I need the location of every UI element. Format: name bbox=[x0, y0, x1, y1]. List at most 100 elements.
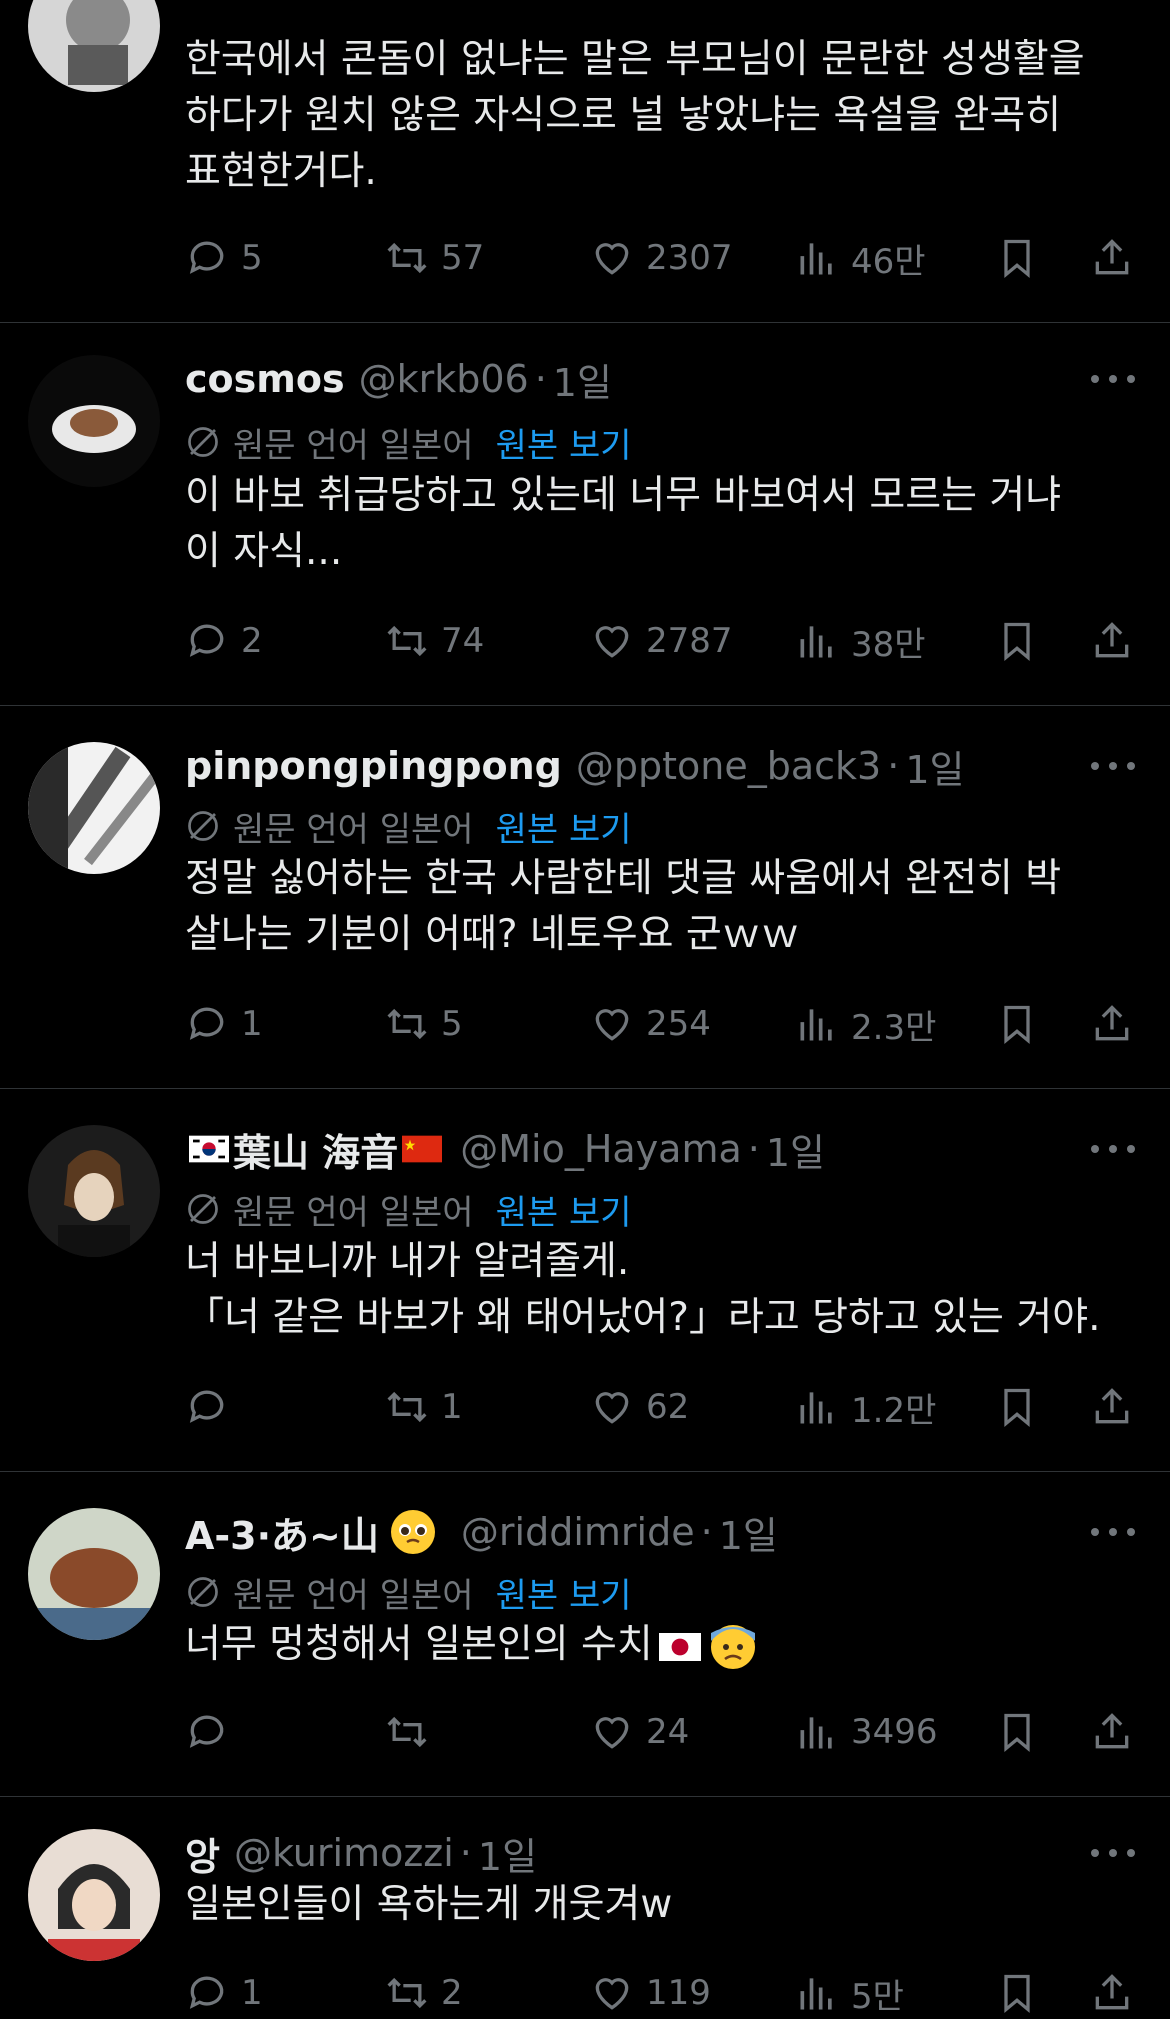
heart-icon bbox=[595, 626, 629, 658]
reply-count: 2 bbox=[241, 621, 263, 661]
views-button[interactable]: 2.3만 bbox=[795, 998, 936, 1050]
dot-separator: · bbox=[747, 1127, 760, 1171]
tweet-header: pinpongpingpong @pptone_back3 · 1일 bbox=[185, 740, 964, 792]
bookmark-button[interactable] bbox=[995, 998, 1039, 1050]
reply-count: 1 bbox=[241, 1973, 263, 2013]
more-options-button[interactable] bbox=[1091, 1526, 1135, 1538]
timestamp[interactable]: 1일 bbox=[905, 739, 964, 794]
view-original-link[interactable]: 원본 보기 bbox=[496, 1185, 632, 1234]
views-button[interactable]: 1.2만 bbox=[795, 1381, 936, 1433]
korea-flag-icon bbox=[189, 1135, 229, 1163]
anxious-face-icon bbox=[710, 1624, 755, 1669]
reply-button[interactable]: 2 bbox=[185, 615, 263, 667]
translate-icon bbox=[188, 811, 218, 841]
bar-chart-icon bbox=[800, 1978, 832, 2010]
reply-button[interactable]: 5 bbox=[185, 232, 263, 284]
tweet-3[interactable]: pinpongpingpong @pptone_back3 · 1일 원문 언어… bbox=[0, 706, 1170, 1088]
avatar[interactable] bbox=[28, 1125, 160, 1257]
translation-bar: 원문 언어 일본어 원본 보기 bbox=[185, 802, 632, 850]
share-icon bbox=[1095, 1713, 1129, 1749]
timestamp[interactable]: 1일 bbox=[766, 1122, 825, 1177]
translation-bar: 원문 언어 일본어 원본 보기 bbox=[185, 418, 632, 466]
like-button[interactable]: 24 bbox=[590, 1706, 689, 1758]
user-handle[interactable]: @Mio_Hayama bbox=[460, 1127, 742, 1171]
user-handle[interactable]: @kurimozzi bbox=[234, 1831, 454, 1875]
translation-bar: 원문 언어 일본어 원본 보기 bbox=[185, 1185, 632, 1233]
like-button[interactable]: 62 bbox=[590, 1381, 689, 1433]
like-button[interactable]: 2307 bbox=[590, 232, 733, 284]
retweet-button[interactable]: 74 bbox=[385, 615, 484, 667]
bookmark-button[interactable] bbox=[995, 232, 1039, 284]
user-handle[interactable]: @riddimride bbox=[461, 1510, 695, 1554]
avatar[interactable] bbox=[28, 355, 160, 487]
bar-chart-icon bbox=[800, 1392, 832, 1424]
retweet-button[interactable] bbox=[385, 1706, 441, 1758]
avatar[interactable] bbox=[28, 742, 160, 874]
view-original-link[interactable]: 원본 보기 bbox=[496, 802, 632, 851]
share-button[interactable] bbox=[1090, 1706, 1134, 1758]
timestamp[interactable]: 1일 bbox=[719, 1505, 778, 1560]
share-button[interactable] bbox=[1090, 998, 1134, 1050]
user-handle[interactable]: @krkb06 bbox=[359, 357, 529, 401]
like-button[interactable]: 2787 bbox=[590, 615, 733, 667]
views-button[interactable]: 38만 bbox=[795, 615, 926, 667]
text-line: 하다가 원치 않은 자식으로 널 낳았냐는 욕설을 완곡히 bbox=[185, 93, 1062, 138]
more-options-button[interactable] bbox=[1091, 373, 1135, 385]
tweet-text: 너 바보니까 내가 알려줄게. 「너 같은 바보가 왜 태어났어?」라고 당하고… bbox=[185, 1234, 1145, 1346]
retweet-button[interactable]: 1 bbox=[385, 1381, 463, 1433]
tweet-2[interactable]: cosmos @krkb06 · 1일 원문 언어 일본어 원본 보기 이 바보… bbox=[0, 323, 1170, 705]
view-count: 38만 bbox=[851, 624, 926, 665]
tweet-4[interactable]: 葉山 海音 @Mio_Hayama · 1일 원문 언어 일본어 원본 보기 너… bbox=[0, 1089, 1170, 1471]
display-name[interactable]: 葉山 海音 bbox=[233, 1122, 398, 1177]
like-count: 2787 bbox=[646, 621, 733, 661]
avatar[interactable] bbox=[28, 0, 160, 92]
reply-count: 1 bbox=[241, 1004, 263, 1044]
bookmark-button[interactable] bbox=[995, 1967, 1039, 2019]
share-button[interactable] bbox=[1090, 1381, 1134, 1433]
view-original-link[interactable]: 원본 보기 bbox=[496, 1568, 632, 1617]
display-name[interactable]: A-3·あ~山 bbox=[185, 1505, 379, 1560]
retweet-button[interactable]: 2 bbox=[385, 1967, 463, 2019]
avatar[interactable] bbox=[28, 1508, 160, 1640]
timestamp[interactable]: 1일 bbox=[553, 352, 612, 407]
views-button[interactable]: 5만 bbox=[795, 1967, 904, 2019]
views-button[interactable]: 3496 bbox=[795, 1706, 938, 1758]
like-button[interactable]: 119 bbox=[590, 1967, 711, 2019]
avatar[interactable] bbox=[28, 1829, 160, 1961]
dot-separator: · bbox=[534, 357, 547, 401]
display-name[interactable]: 앙 bbox=[185, 1826, 220, 1881]
bookmark-button[interactable] bbox=[995, 615, 1039, 667]
more-options-button[interactable] bbox=[1091, 1143, 1135, 1155]
reply-button[interactable]: 1 bbox=[185, 998, 263, 1050]
retweet-button[interactable]: 57 bbox=[385, 232, 484, 284]
reply-button[interactable] bbox=[185, 1706, 241, 1758]
share-button[interactable] bbox=[1090, 1967, 1134, 2019]
dot-separator: · bbox=[700, 1510, 713, 1554]
bookmark-icon bbox=[1004, 1388, 1030, 1428]
user-handle[interactable]: @pptone_back3 bbox=[576, 744, 881, 788]
retweet-button[interactable]: 5 bbox=[385, 998, 463, 1050]
views-button[interactable]: 46만 bbox=[795, 232, 926, 284]
reply-button[interactable] bbox=[185, 1381, 241, 1433]
bookmark-button[interactable] bbox=[995, 1381, 1039, 1433]
share-button[interactable] bbox=[1090, 615, 1134, 667]
view-count: 5만 bbox=[851, 1976, 904, 2017]
like-count: 2307 bbox=[646, 238, 733, 278]
more-options-button[interactable] bbox=[1091, 1847, 1135, 1859]
reply-button[interactable]: 1 bbox=[185, 1967, 263, 2019]
like-button[interactable]: 254 bbox=[590, 998, 711, 1050]
tweet-1[interactable]: 한국에서 콘돔이 없냐는 말은 부모님이 문란한 성생활을 하다가 원치 않은 … bbox=[0, 0, 1170, 322]
timestamp[interactable]: 1일 bbox=[478, 1826, 537, 1881]
share-button[interactable] bbox=[1090, 232, 1134, 284]
retweet-icon bbox=[387, 242, 427, 274]
bar-chart-icon bbox=[800, 1009, 832, 1041]
display-name[interactable]: cosmos bbox=[185, 357, 345, 401]
tweet-text: 정말 싫어하는 한국 사람한테 댓글 싸움에서 완전히 박 살나는 기분이 어때… bbox=[185, 851, 1145, 963]
display-name[interactable]: pinpongpingpong bbox=[185, 744, 562, 788]
more-options-button[interactable] bbox=[1091, 760, 1135, 772]
view-count: 1.2만 bbox=[851, 1390, 937, 1431]
bookmark-button[interactable] bbox=[995, 1706, 1039, 1758]
tweet-5[interactable]: A-3·あ~山 @riddimride · 1일 원문 언어 일본어 원본 보기… bbox=[0, 1472, 1170, 1796]
view-original-link[interactable]: 원본 보기 bbox=[496, 418, 632, 467]
tweet-6[interactable]: 앙 @kurimozzi · 1일 일본인들이 욕하는게 개웃겨w 1 2 11… bbox=[0, 1797, 1170, 2018]
